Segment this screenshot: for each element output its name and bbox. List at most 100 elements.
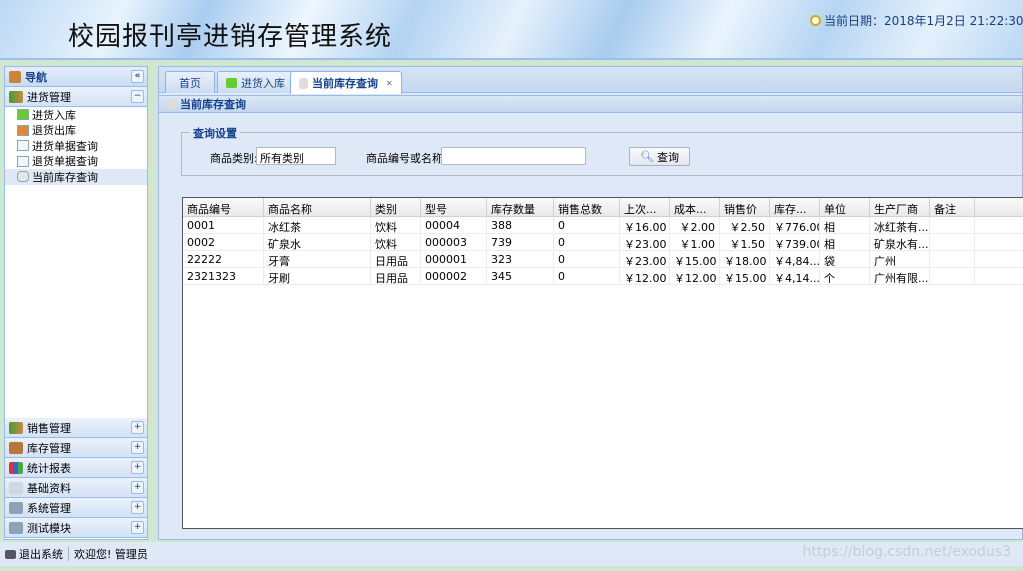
table-cell: 739 <box>487 234 554 250</box>
tree-item-stock-query[interactable]: 当前库存查询 <box>5 169 147 185</box>
group-test[interactable]: 测试模块 + <box>5 518 147 538</box>
arrow-right-icon <box>17 109 29 121</box>
table-cell: ￥16.00 <box>620 217 670 233</box>
group-system[interactable]: 系统管理 + <box>5 498 147 518</box>
column-header[interactable]: 型号 <box>421 198 487 216</box>
column-header[interactable]: 库存... <box>770 198 820 216</box>
table-row[interactable]: 2321323 牙刷 日用品 000002 345 0 ￥12.00 ￥12.00 ￥15.00… <box>183 268 1023 285</box>
clock: 当前日期：2018年1月2日 21:22:30 星期 <box>810 12 1023 29</box>
code-input[interactable] <box>441 147 586 165</box>
table-cell: ￥4,14... <box>770 268 820 284</box>
table-row[interactable]: 0001 冰红茶 饮料 00004 388 0 ￥16.00 ￥2.00 ￥2.50 ￥776.0… <box>183 217 1023 234</box>
query-fieldset: 查询设置 商品类别: 所有类别 商品编号或名称: 🔍︎ 查询 <box>181 125 1023 176</box>
column-header[interactable]: 销售价 <box>720 198 770 216</box>
query-button[interactable]: 🔍︎ 查询 <box>629 147 690 166</box>
monitor-icon <box>5 549 16 559</box>
group-sales[interactable]: 销售管理 + <box>5 418 147 438</box>
table-cell: 个 <box>820 268 870 284</box>
search-icon: 🔍︎ <box>640 150 654 163</box>
plus-icon[interactable]: + <box>131 481 144 494</box>
column-header[interactable]: 类别 <box>371 198 421 216</box>
table-cell: 0 <box>554 217 620 233</box>
table-cell: 000003 <box>421 234 487 250</box>
tree-item-return-out[interactable]: 退货出库 <box>5 123 147 139</box>
tree-item-purchase-query[interactable]: 进货单据查询 <box>5 138 147 154</box>
grid-body: 0001 冰红茶 饮料 00004 388 0 ￥16.00 ￥2.00 ￥2.50 ￥776.0… <box>183 217 1023 285</box>
plus-icon[interactable]: + <box>131 501 144 514</box>
table-cell: ￥23.00 <box>620 251 670 267</box>
table-row[interactable]: 22222 牙膏 日用品 000001 323 0 ￥23.00 ￥15.00 ￥18.00 ￥4… <box>183 251 1023 268</box>
table-cell: 345 <box>487 268 554 284</box>
tree-label: 退货单据查询 <box>32 155 98 169</box>
plus-icon[interactable]: + <box>131 421 144 434</box>
column-header[interactable]: 商品名称 <box>264 198 371 216</box>
table-cell: ￥2.50 <box>720 217 770 233</box>
table-cell: 饮料 <box>371 234 421 250</box>
table-row[interactable]: 0002 矿泉水 饮料 000003 739 0 ￥23.00 ￥1.00 ￥1.50 ￥739.… <box>183 234 1023 251</box>
collapse-icon[interactable]: « <box>131 70 144 83</box>
tree-item-purchase-in[interactable]: 进货入库 <box>5 107 147 123</box>
database-icon <box>17 171 29 183</box>
logout-link[interactable]: 退出系统 <box>19 546 63 562</box>
column-header[interactable]: 备注 <box>930 198 975 216</box>
app-title: 校园报刊亭进销存管理系统 <box>68 22 393 52</box>
door-icon <box>9 421 23 434</box>
column-header[interactable]: 单位 <box>820 198 870 216</box>
table-cell: ￥776.00 <box>770 217 820 233</box>
tab-label: 首页 <box>179 76 201 90</box>
table-cell: 冰红茶有... <box>870 217 930 233</box>
signpost-icon <box>9 70 21 83</box>
table-cell: 22222 <box>183 251 264 267</box>
plus-icon[interactable]: + <box>131 461 144 474</box>
column-header[interactable]: 库存数量 <box>487 198 554 216</box>
table-cell: 0 <box>554 268 620 284</box>
table-cell: 饮料 <box>371 217 421 233</box>
table-cell: ￥1.50 <box>720 234 770 250</box>
table-cell: 000002 <box>421 268 487 284</box>
tab-home[interactable]: 首页 <box>165 71 215 93</box>
tab-bar: 首页 进货入库 ✕ 当前库存查询 ✕ <box>159 67 1022 94</box>
table-cell <box>930 251 975 267</box>
table-cell: 牙刷 <box>264 268 371 284</box>
tree-label: 进货入库 <box>32 108 76 122</box>
arrow-right-icon <box>226 77 237 88</box>
tree-item-return-query[interactable]: 退货单据查询 <box>5 154 147 170</box>
minus-icon[interactable]: − <box>131 90 144 103</box>
group-reports[interactable]: 统计报表 + <box>5 458 147 478</box>
column-header[interactable]: 商品编号 <box>183 198 264 216</box>
table-cell: 袋 <box>820 251 870 267</box>
arrow-left-icon <box>17 124 29 136</box>
table-cell: 00004 <box>421 217 487 233</box>
plus-icon[interactable]: + <box>131 441 144 454</box>
table-cell: 日用品 <box>371 251 421 267</box>
group-label: 库存管理 <box>27 441 71 455</box>
tree-label: 当前库存查询 <box>32 170 98 184</box>
tab-label: 当前库存查询 <box>312 77 378 90</box>
nav-header: 导航 « <box>5 67 147 87</box>
divider <box>68 547 69 561</box>
group-purchase[interactable]: 进货管理 − <box>5 87 147 107</box>
table-cell: ￥2.00 <box>670 217 720 233</box>
column-header[interactable]: 销售总数 <box>554 198 620 216</box>
column-header[interactable]: 成本... <box>670 198 720 216</box>
plus-icon[interactable]: + <box>131 521 144 534</box>
group-label: 基础资料 <box>27 481 71 495</box>
close-icon[interactable]: ✕ <box>386 79 393 88</box>
table-cell: 矿泉水有... <box>870 234 930 250</box>
table-cell: 广州有限... <box>870 268 930 284</box>
clock-icon <box>810 15 821 26</box>
column-header[interactable]: 上次... <box>620 198 670 216</box>
tab-stock-query[interactable]: 当前库存查询 ✕ <box>290 71 402 94</box>
group-stock[interactable]: 库存管理 + <box>5 438 147 458</box>
column-header[interactable]: 生产厂商 <box>870 198 930 216</box>
table-cell: 相 <box>820 234 870 250</box>
table-cell: ￥18.00 <box>720 251 770 267</box>
panel-header: 当前库存查询 <box>159 95 1022 113</box>
table-cell: 388 <box>487 217 554 233</box>
category-select[interactable]: 所有类别 <box>256 147 336 165</box>
group-basic[interactable]: 基础资料 + <box>5 478 147 498</box>
table-cell <box>930 268 975 284</box>
tree-label: 进货单据查询 <box>32 139 98 153</box>
box-icon <box>9 441 23 454</box>
code-label: 商品编号或名称: <box>366 152 447 165</box>
